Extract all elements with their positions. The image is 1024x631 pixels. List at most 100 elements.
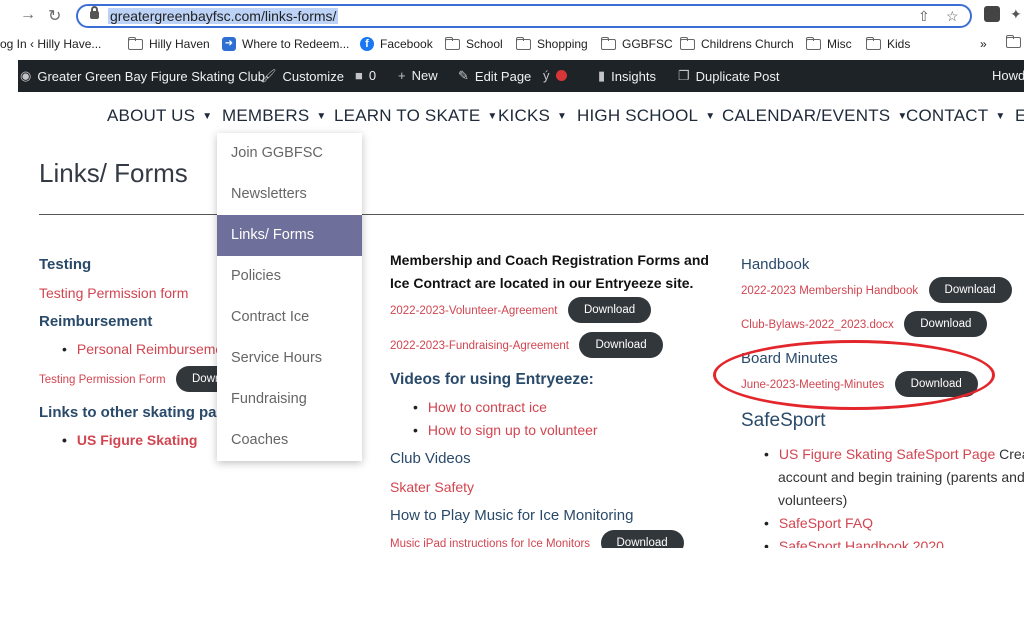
annotation-circle [713,340,995,410]
chevron-down-icon: ▼ [557,111,568,122]
bookmark-kids[interactable]: Kids [866,36,910,51]
bookmark-hilly-login[interactable]: og In ‹ Hilly Have... [0,37,101,51]
bookmark-label: og In ‹ Hilly Have... [0,37,102,51]
bookmark-facebook[interactable]: f Facebook [360,37,433,51]
safesport-list: US Figure Skating SafeSport Page Creat a… [764,443,1024,558]
bookmarks-bar: og In ‹ Hilly Have... Hilly Haven ➜ Where… [0,32,1024,56]
nav-label: MEMBERS [222,106,310,125]
page-title: Links/ Forms [39,158,188,188]
handbook-heading: Handbook [741,256,810,273]
nav-label: ABOUT US [107,106,196,125]
yoast-icon: ý [543,68,550,83]
bylaws-row: Club-Bylaws-2022_2023.docx Download [741,311,988,337]
music-heading: How to Play Music for Ice Monitoring [390,507,634,524]
overflow-label: » [980,37,987,51]
site-nav: ABOUT US ▼ MEMBERS ▼ LEARN TO SKATE ▼ KICKS… [0,100,1024,132]
plus-icon: + [398,68,406,83]
admin-duplicate[interactable]: ❐ Duplicate Post [678,68,779,84]
nav-about-us[interactable]: ABOUT US ▼ [107,106,212,126]
members-dropdown: Join GGBFSC Newsletters Links/ Forms Pol… [217,133,362,461]
admin-edit-page[interactable]: ✎ Edit Page [458,68,531,84]
chevron-down-icon: ▼ [487,111,498,122]
extension-icon[interactable] [984,6,1000,22]
dropdown-service-hours[interactable]: Service Hours [217,338,362,379]
url-text[interactable]: greatergreenbayfsc.com/links-forms/ [108,8,339,24]
bookmark-misc[interactable]: Misc [806,36,852,51]
bookmark-label: Misc [827,37,852,51]
testing-form-link[interactable]: Testing Permission Form [39,374,166,386]
bookmarks-overflow[interactable]: » [980,37,987,51]
safesport-page-link[interactable]: US Figure Skating SafeSport Page [779,446,995,462]
share-icon[interactable]: ⇧ [918,8,930,25]
download-button[interactable]: Download [928,277,1012,303]
admin-howdy[interactable]: Howd [992,68,1024,83]
nav-label: CALENDAR/EVENTS [722,106,891,125]
bylaws-link[interactable]: Club-Bylaws-2022_2023.docx [741,319,894,331]
dropdown-coaches[interactable]: Coaches [217,420,362,461]
nav-calendar-events[interactable]: CALENDAR/EVENTS ▼ [722,106,907,126]
videos-heading: Videos for using Entryeeze: [390,371,594,388]
membership-note: Membership and Coach Registration Forms … [390,249,709,295]
nav-kicks[interactable]: KICKS ▼ [498,106,567,126]
address-bar[interactable]: greatergreenbayfsc.com/links-forms/ ⇧ ☆ [76,4,972,28]
reload-icon[interactable]: ↻ [48,6,61,26]
puzzle-icon[interactable]: ✦ [1010,6,1022,23]
bookmark-shopping[interactable]: Shopping [516,36,588,51]
site-name-label: Greater Green Bay Figure Skating Club [37,68,265,84]
testing-heading: Testing [39,256,92,273]
fundraising-row: 2022-2023-Fundraising-Agreement Download [390,332,663,358]
admin-insights[interactable]: ▮ Insights [598,68,656,84]
lock-icon [90,6,99,19]
bookmark-label: Facebook [380,37,433,51]
bookmark-childrens-church[interactable]: Childrens Church [680,36,794,51]
bookmark-other-folder[interactable] [1006,35,1021,48]
seo-status-dot [555,70,567,81]
download-button[interactable]: Download [579,332,663,358]
video-contract-ice-link[interactable]: How to contract ice [413,399,547,415]
nav-contact[interactable]: CONTACT ▼ [906,106,1005,126]
dropdown-newsletters[interactable]: Newsletters [217,174,362,215]
nav-more[interactable]: E [1015,106,1024,126]
safesport-faq-link[interactable]: SafeSport FAQ [779,515,873,531]
dropdown-fundraising[interactable]: Fundraising [217,379,362,420]
dropdown-join[interactable]: Join GGBFSC [217,133,362,174]
download-button[interactable]: Download [904,311,988,337]
edit-label: Edit Page [474,68,532,84]
links-other-heading: Links to other skating pag [39,404,226,421]
pencil-icon: ✎ [458,68,469,83]
bookmark-label: Where to Redeem... [242,37,350,51]
forward-icon[interactable]: → [20,6,36,24]
volunteer-agreement-link[interactable]: 2022-2023-Volunteer-Agreement [390,305,558,317]
bookmark-star-icon[interactable]: ☆ [946,8,959,25]
admin-comments[interactable]: ■ 0 [355,68,376,83]
testing-permission-link[interactable]: Testing Permission form [39,285,188,301]
fundraising-agreement-link[interactable]: 2022-2023-Fundraising-Agreement [390,340,569,352]
membership-handbook-row: 2022-2023 Membership Handbook Download [741,277,1012,303]
nav-high-school[interactable]: HIGH SCHOOL ▼ [577,106,715,126]
nav-learn-to-skate[interactable]: LEARN TO SKATE ▼ [334,106,498,126]
bookmark-hilly-haven[interactable]: Hilly Haven [128,36,210,51]
admin-yoast[interactable]: ý [543,68,567,83]
bookmark-ggbfsc[interactable]: GGBFSC [601,36,673,51]
video-volunteer-link[interactable]: How to sign up to volunteer [413,422,598,438]
download-button[interactable]: Download [567,297,652,323]
dropdown-contract-ice[interactable]: Contract Ice [217,297,362,338]
safesport-page-text: Creat [999,446,1024,462]
divider [39,214,1024,215]
admin-site-name[interactable]: ◉ Greater Green Bay Figure Skating Club [20,68,265,84]
bookmark-label: Hilly Haven [149,37,210,51]
nav-members[interactable]: MEMBERS ▼ [222,106,326,126]
skater-safety-link[interactable]: Skater Safety [390,479,474,495]
club-videos-heading: Club Videos [390,450,471,467]
personal-reimbursement-link[interactable]: Personal Reimburseme [62,341,223,357]
membership-handbook-link[interactable]: 2022-2023 Membership Handbook [741,285,918,297]
dropdown-policies[interactable]: Policies [217,256,362,297]
bookmark-school[interactable]: School [445,36,503,51]
dashboard-icon: ◉ [20,68,32,83]
bookmark-redeem[interactable]: ➜ Where to Redeem... [222,37,349,51]
folder-icon [445,36,460,50]
admin-new[interactable]: + New [398,68,438,83]
us-figure-skating-link[interactable]: US Figure Skating [62,432,198,448]
dropdown-links-forms[interactable]: Links/ Forms [217,215,362,256]
admin-customize[interactable]: 🖌 Customize [260,68,344,84]
